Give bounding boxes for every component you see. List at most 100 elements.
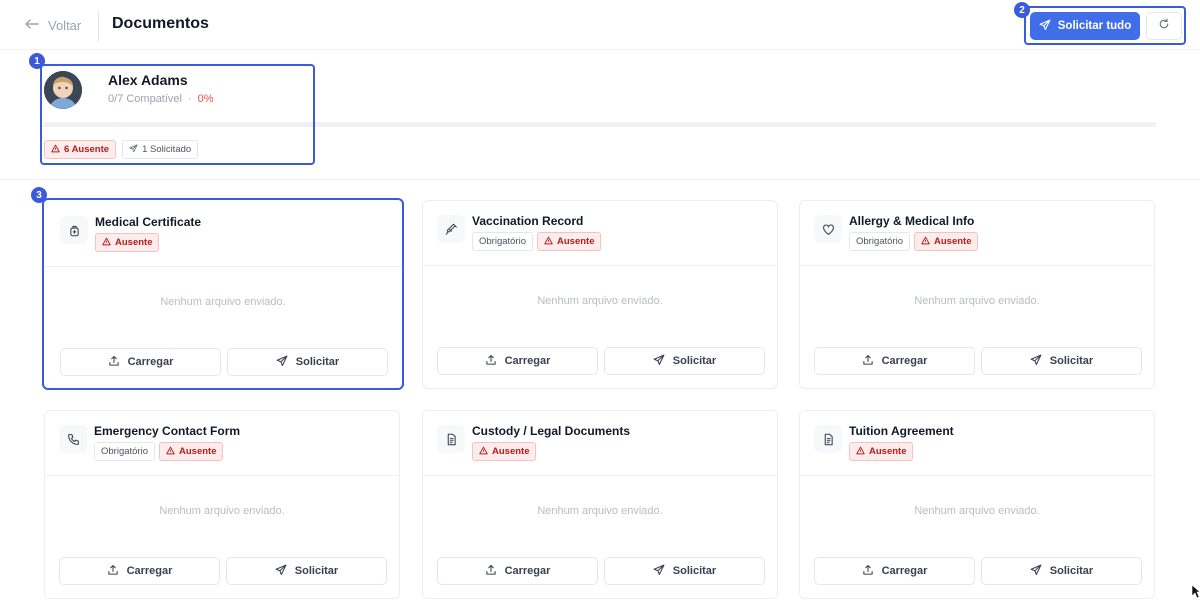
document-tags: Ausente	[95, 233, 160, 252]
document-card: Medical Certificate Ausente Nenhum arqui…	[42, 198, 404, 390]
document-title: Tuition Agreement	[849, 424, 954, 438]
upload-icon	[862, 564, 874, 579]
card-divider	[800, 475, 1154, 476]
missing-count-pill: 6 Ausente	[44, 140, 117, 159]
heart-icon	[814, 215, 842, 243]
request-label: Solicitar	[1049, 355, 1094, 367]
profile-meta: 0/7 Compatível · 0%	[108, 93, 214, 105]
request-all-button[interactable]: Solicitar tudo	[1030, 12, 1140, 40]
annotation-marker-1: 1	[29, 53, 45, 69]
profile-name: Alex Adams	[108, 72, 188, 88]
request-label: Solicitar	[672, 565, 717, 577]
required-tag-label: Obrigatório	[101, 446, 148, 457]
refresh-button[interactable]	[1146, 12, 1182, 40]
document-card: Vaccination Record Obrigatório Ausente Ne…	[422, 200, 778, 389]
request-label: Solicitar	[295, 356, 340, 368]
send-icon	[653, 564, 665, 579]
back-button[interactable]: Voltar	[24, 14, 81, 36]
compatibility-percent: 0%	[197, 93, 214, 105]
empty-state-text: Nenhum arquivo enviado.	[160, 296, 286, 308]
upload-button[interactable]: Carregar	[814, 557, 975, 585]
upload-icon	[107, 564, 119, 579]
send-icon	[276, 355, 288, 370]
request-button[interactable]: Solicitar	[981, 557, 1142, 585]
document-title: Medical Certificate	[95, 215, 202, 229]
back-label: Voltar	[48, 17, 82, 33]
upload-button[interactable]: Carregar	[814, 347, 975, 375]
profile-divider	[42, 126, 313, 127]
upload-label: Carregar	[504, 565, 551, 577]
missing-tag-label: Ausente	[869, 446, 907, 457]
required-tag: Obrigatório	[472, 232, 533, 251]
document-tags: Obrigatório Ausente	[472, 232, 602, 251]
request-button[interactable]: Solicitar	[981, 347, 1142, 375]
empty-state-text: Nenhum arquivo enviado.	[159, 505, 285, 517]
missing-count-label: 6 Ausente	[64, 144, 110, 155]
send-icon	[1030, 354, 1042, 369]
request-button[interactable]: Solicitar	[604, 347, 765, 375]
document-tags: Ausente	[472, 442, 537, 461]
document-tags: Obrigatório Ausente	[849, 232, 979, 251]
section-divider	[0, 179, 1200, 180]
empty-state-text: Nenhum arquivo enviado.	[914, 505, 1040, 517]
send-icon	[1039, 19, 1051, 34]
document-icon	[814, 425, 842, 453]
upload-button[interactable]: Carregar	[437, 347, 598, 375]
refresh-icon	[1158, 17, 1170, 35]
upload-button[interactable]: Carregar	[437, 557, 598, 585]
required-tag: Obrigatório	[849, 232, 910, 251]
document-card: Tuition Agreement Ausente Nenhum arquivo…	[799, 410, 1155, 599]
upload-label: Carregar	[504, 355, 551, 367]
medkit-icon	[60, 216, 88, 244]
upload-button[interactable]: Carregar	[59, 557, 220, 585]
document-card: Emergency Contact Form Obrigatório Ausent…	[44, 410, 400, 599]
phone-icon	[59, 425, 87, 453]
compatibility-count: 0/7 Compatível	[108, 93, 182, 105]
missing-tag: Ausente	[537, 232, 602, 251]
document-title: Vaccination Record	[472, 214, 584, 228]
document-tags: Ausente	[849, 442, 914, 461]
syringe-icon	[437, 215, 465, 243]
document-card: Custody / Legal Documents Ausente Nenhum…	[422, 410, 778, 599]
annotation-marker-3: 3	[31, 187, 47, 203]
required-tag-label: Obrigatório	[856, 236, 903, 247]
warning-icon	[479, 446, 488, 458]
empty-state-text: Nenhum arquivo enviado.	[537, 505, 663, 517]
missing-tag-label: Ausente	[557, 236, 595, 247]
missing-tag-label: Ausente	[492, 446, 530, 457]
upload-label: Carregar	[881, 565, 928, 577]
missing-tag: Ausente	[159, 442, 224, 461]
warning-icon	[921, 236, 930, 248]
empty-state-text: Nenhum arquivo enviado.	[914, 295, 1040, 307]
document-title: Allergy & Medical Info	[849, 214, 975, 228]
requested-count-label: 1 Solicitado	[142, 144, 192, 155]
missing-tag: Ausente	[95, 233, 160, 252]
send-icon	[129, 143, 138, 156]
missing-tag: Ausente	[472, 442, 537, 461]
request-button[interactable]: Solicitar	[604, 557, 765, 585]
profile-status-pills: 6 Ausente 1 Solicitado	[44, 140, 199, 159]
request-button[interactable]: Solicitar	[227, 348, 388, 376]
card-divider	[423, 265, 777, 266]
request-label: Solicitar	[672, 355, 717, 367]
request-button[interactable]: Solicitar	[226, 557, 387, 585]
header-divider	[98, 10, 99, 42]
upload-icon	[862, 354, 874, 369]
avatar	[44, 71, 82, 109]
meta-separator: ·	[187, 93, 192, 105]
mouse-cursor-icon	[1192, 585, 1200, 599]
missing-tag: Ausente	[849, 442, 914, 461]
document-tags: Obrigatório Ausente	[94, 442, 224, 461]
header-actions-highlight: Solicitar tudo	[1024, 6, 1186, 45]
empty-state-text: Nenhum arquivo enviado.	[537, 295, 663, 307]
warning-icon	[544, 236, 553, 248]
required-tag: Obrigatório	[94, 442, 155, 461]
upload-icon	[485, 354, 497, 369]
card-divider	[800, 265, 1154, 266]
upload-label: Carregar	[127, 356, 174, 368]
send-icon	[1030, 564, 1042, 579]
request-label: Solicitar	[294, 565, 339, 577]
warning-icon	[856, 446, 865, 458]
upload-button[interactable]: Carregar	[60, 348, 221, 376]
upload-label: Carregar	[126, 565, 173, 577]
